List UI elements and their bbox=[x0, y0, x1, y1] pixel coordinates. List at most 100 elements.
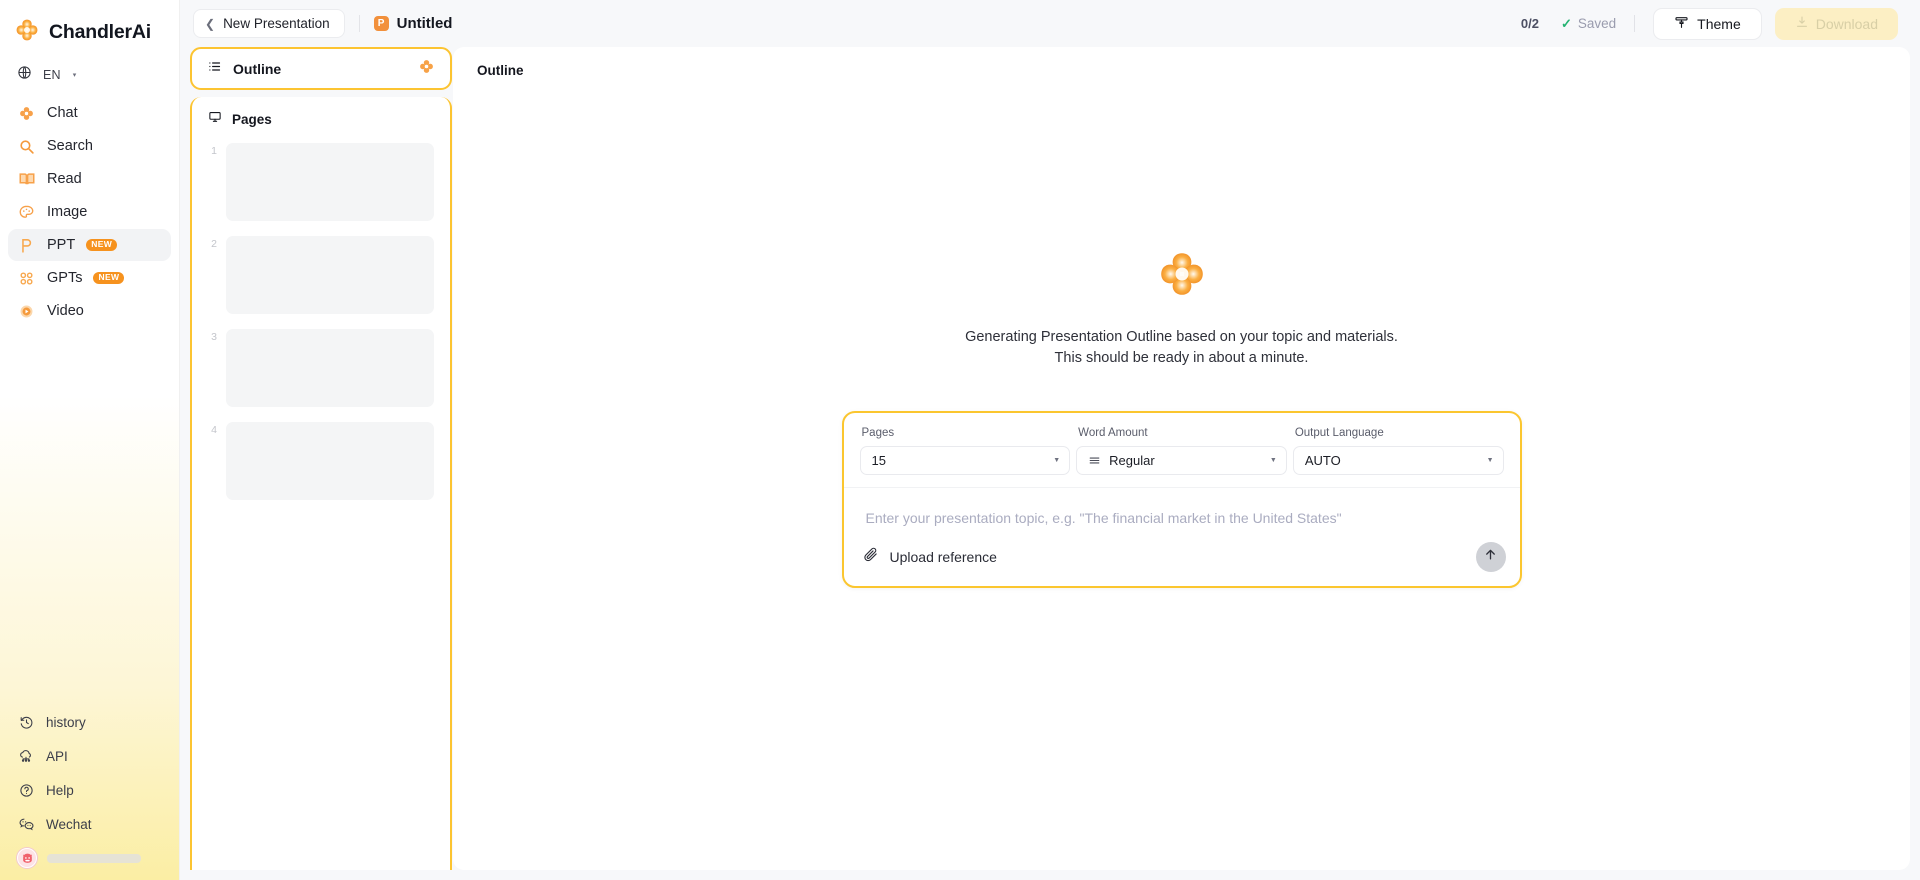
brand[interactable]: ChandlerAi bbox=[0, 0, 179, 48]
tab-outline-label: Outline bbox=[233, 60, 282, 77]
list-item[interactable]: 2 bbox=[208, 236, 434, 314]
chevron-down-icon: ▼ bbox=[1053, 457, 1061, 465]
list-item[interactable]: 4 bbox=[208, 422, 434, 500]
generating-state: Generating Presentation Outline based on… bbox=[453, 78, 1910, 870]
content-panel: Outline Generating Presentation Outline … bbox=[453, 47, 1910, 870]
pages-option-label: Pages bbox=[861, 427, 895, 440]
page-number: 1 bbox=[211, 145, 217, 157]
upload-reference-label: Upload reference bbox=[889, 549, 997, 566]
sidebar-item-api[interactable]: API bbox=[8, 742, 171, 770]
topic-input-placeholder: Enter your presentation topic, e.g. "The… bbox=[865, 510, 1342, 527]
pages-panel: Pages 1 2 3 4 bbox=[190, 97, 452, 870]
sidebar-item-read[interactable]: Read bbox=[8, 163, 171, 195]
sidebar-item-gpts[interactable]: GPTs NEW bbox=[8, 262, 171, 294]
new-presentation-label: New Presentation bbox=[223, 16, 330, 31]
save-status: ✓ Saved bbox=[1561, 16, 1616, 32]
topic-input-area[interactable]: Enter your presentation topic, e.g. "The… bbox=[844, 488, 1520, 536]
sidebar-item-history[interactable]: history bbox=[8, 708, 171, 736]
page-thumbnail-placeholder[interactable] bbox=[226, 422, 434, 500]
page-thumbnail-placeholder[interactable] bbox=[226, 329, 434, 407]
upload-reference-button[interactable]: Upload reference bbox=[862, 546, 997, 568]
primary-nav: Chat Search Read Image PPT NEW GPTs NEW … bbox=[0, 97, 179, 327]
wechat-icon bbox=[17, 815, 35, 833]
sidebar-item-label: PPT bbox=[47, 237, 76, 253]
search-icon bbox=[17, 137, 36, 156]
theme-button[interactable]: Theme bbox=[1653, 7, 1762, 40]
document-name: Untitled bbox=[396, 15, 453, 32]
sidebar-item-label: API bbox=[46, 748, 68, 764]
badge-new: NEW bbox=[86, 238, 118, 252]
pages-header: Pages bbox=[208, 110, 434, 129]
sidebar-item-label: Search bbox=[47, 138, 93, 154]
output-language-select[interactable]: AUTO ▼ bbox=[1292, 446, 1504, 476]
sidebar-footer: history API Help Wechat bbox=[0, 708, 179, 880]
sidebar-item-label: Read bbox=[47, 171, 82, 187]
chevron-left-icon: ❮ bbox=[205, 16, 216, 31]
divider bbox=[1634, 15, 1636, 32]
status-line-2: This should be ready in about a minute. bbox=[1054, 350, 1309, 367]
language-switcher[interactable]: EN ▾ bbox=[0, 48, 179, 85]
chevron-down-icon: ▼ bbox=[1486, 457, 1494, 465]
user-profile[interactable] bbox=[8, 844, 171, 870]
save-status-label: Saved bbox=[1577, 16, 1617, 31]
sidebar-item-video[interactable]: Video bbox=[8, 295, 171, 327]
sidebar-item-image[interactable]: Image bbox=[8, 196, 171, 228]
brand-name: ChandlerAi bbox=[49, 21, 152, 43]
prompt-composer: Pages 15 ▼ Word Amount Regular ▼ Output … bbox=[841, 411, 1522, 589]
output-language-option: Output Language AUTO ▼ bbox=[1292, 427, 1504, 476]
sidebar-item-ppt[interactable]: PPT NEW bbox=[8, 229, 171, 261]
user-name-redacted bbox=[47, 853, 141, 863]
composer-options: Pages 15 ▼ Word Amount Regular ▼ Output … bbox=[843, 413, 1520, 489]
sidebar-item-wechat[interactable]: Wechat bbox=[8, 810, 171, 838]
list-item[interactable]: 3 bbox=[208, 329, 434, 407]
monitor-icon bbox=[208, 110, 222, 129]
page-number: 2 bbox=[211, 238, 217, 250]
sidebar-item-label: Chat bbox=[47, 105, 78, 121]
word-amount-option-label: Word Amount bbox=[1078, 427, 1148, 440]
page-thumbnail-list: 1 2 3 4 bbox=[208, 143, 434, 500]
list-item[interactable]: 1 bbox=[208, 143, 434, 221]
ppt-badge-icon: P bbox=[373, 16, 389, 31]
sidebar-item-label: Help bbox=[46, 782, 74, 798]
book-icon bbox=[17, 170, 36, 189]
check-icon: ✓ bbox=[1560, 15, 1572, 31]
word-amount-select[interactable]: Regular ▼ bbox=[1076, 446, 1287, 476]
page-number: 3 bbox=[211, 331, 217, 343]
download-icon bbox=[1795, 15, 1809, 32]
chat-flower-icon bbox=[17, 104, 36, 123]
left-sidebar: ChandlerAi EN ▾ Chat Search Read Image P… bbox=[0, 0, 180, 880]
ppt-p-icon bbox=[17, 236, 36, 255]
avatar bbox=[17, 848, 37, 868]
main-area: ❮ New Presentation P Untitled 0/2 ✓ Save… bbox=[180, 0, 1920, 880]
chevron-down-icon: ▾ bbox=[72, 72, 77, 79]
sidebar-item-help[interactable]: Help bbox=[8, 776, 171, 804]
output-language-option-label: Output Language bbox=[1294, 427, 1384, 440]
list-icon bbox=[207, 59, 222, 79]
top-bar: ❮ New Presentation P Untitled 0/2 ✓ Save… bbox=[180, 0, 1920, 47]
page-thumbnail-placeholder[interactable] bbox=[226, 236, 434, 314]
pages-option: Pages 15 ▼ bbox=[859, 427, 1071, 476]
page-thumbnail-placeholder[interactable] bbox=[226, 143, 434, 221]
sidebar-item-search[interactable]: Search bbox=[8, 130, 171, 162]
arrow-up-icon bbox=[1483, 547, 1498, 567]
document-title[interactable]: P Untitled bbox=[373, 15, 453, 32]
outline-column: Outline Pages 1 2 3 4 bbox=[190, 47, 452, 870]
sidebar-item-chat[interactable]: Chat bbox=[8, 97, 171, 129]
word-amount-option: Word Amount Regular ▼ bbox=[1076, 427, 1287, 476]
globe-icon bbox=[17, 65, 32, 85]
pages-label: Pages bbox=[232, 112, 272, 127]
cloud-api-icon bbox=[17, 747, 35, 765]
pages-select[interactable]: 15 ▼ bbox=[859, 446, 1071, 476]
lines-icon bbox=[1088, 454, 1101, 467]
chandler-flower-logo-icon bbox=[1156, 248, 1208, 305]
credit-count: 0/2 bbox=[1520, 16, 1539, 31]
video-play-icon bbox=[17, 302, 36, 321]
download-button[interactable]: Download bbox=[1774, 7, 1898, 40]
composer-footer: Upload reference bbox=[844, 536, 1520, 586]
new-presentation-button[interactable]: ❮ New Presentation bbox=[193, 9, 345, 38]
sidebar-item-label: GPTs bbox=[47, 270, 83, 286]
tab-outline[interactable]: Outline bbox=[190, 47, 452, 90]
send-button[interactable] bbox=[1475, 542, 1506, 573]
status-line-1: Generating Presentation Outline based on… bbox=[965, 329, 1398, 345]
palette-icon bbox=[17, 203, 36, 222]
